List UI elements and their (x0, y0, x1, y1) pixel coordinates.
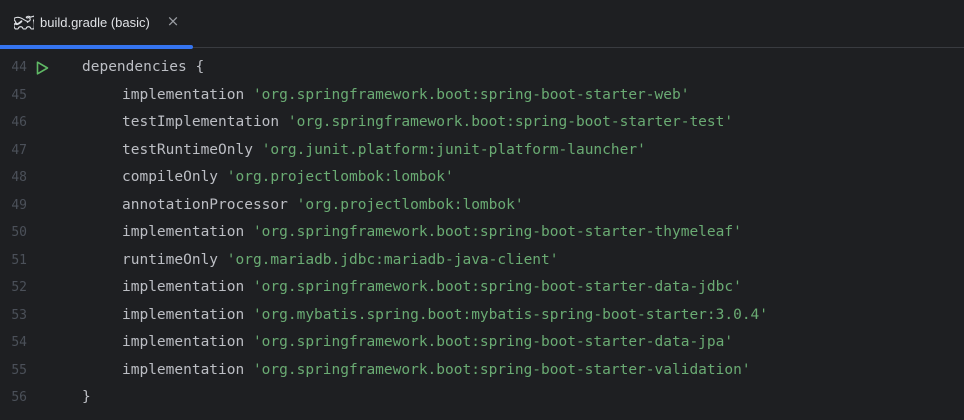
code-identifier: compileOnly (122, 169, 227, 185)
line-number: 53 (11, 307, 27, 323)
line-number: 50 (11, 225, 27, 240)
code-identifier: implementation (122, 86, 253, 103)
code-identifier: implementation (122, 279, 253, 295)
code-line[interactable]: runtimeOnly 'org.mariadb.jdbc:mariadb-ja… (82, 247, 559, 275)
line-number: 52 (11, 280, 27, 295)
code-string: 'org.projectlombok:lombok' (226, 169, 454, 185)
code-line[interactable]: dependencies { (82, 54, 204, 82)
line-number: 46 (11, 115, 27, 130)
code-identifier: implementation (122, 361, 253, 378)
code-string: 'org.springframework.boot:spring-boot-st… (252, 279, 742, 295)
code-line[interactable]: implementation 'org.springframework.boot… (82, 274, 742, 302)
code-string: 'org.springframework.boot:spring-boot-st… (252, 224, 742, 240)
code-string: 'org.springframework.boot:spring-boot-st… (252, 86, 690, 103)
code-line[interactable]: testRuntimeOnly 'org.junit.platform:juni… (82, 137, 646, 165)
line-number: 44 (11, 60, 27, 75)
code-identifier: testRuntimeOnly (122, 141, 262, 158)
code-line[interactable]: implementation 'org.mybatis.spring.boot:… (82, 302, 768, 330)
line-number: 45 (11, 87, 27, 103)
code-editor[interactable]: 44 45 46 47 48 49 50 51 52 53 54 55 56 dependencies … (0, 49, 964, 420)
line-number-gutter: 44 45 46 47 48 49 50 51 52 53 54 55 56 (0, 49, 64, 420)
code-identifier: implementation (122, 306, 253, 323)
code-brace: } (82, 389, 91, 405)
line-number: 47 (11, 142, 27, 158)
code-line[interactable]: implementation 'org.springframework.boot… (82, 82, 689, 110)
code-string: 'org.projectlombok:lombok' (296, 196, 524, 213)
line-number: 49 (11, 197, 27, 213)
gradle-elephant-icon (14, 15, 34, 30)
code-line[interactable]: implementation 'org.springframework.boot… (82, 329, 733, 357)
code-line[interactable]: } (82, 384, 91, 412)
close-icon[interactable]: × (166, 12, 180, 30)
code-identifier: annotationProcessor (122, 196, 297, 213)
code-line[interactable]: annotationProcessor 'org.projectlombok:l… (82, 192, 524, 220)
tab-label: build.gradle (basic) (40, 15, 150, 30)
code-string: 'org.springframework.boot:spring-boot-st… (252, 361, 751, 378)
code-string: 'org.mybatis.spring.boot:mybatis-spring-… (252, 306, 769, 323)
code-brace: { (186, 59, 205, 75)
code-string: 'org.junit.platform:junit-platform-launc… (261, 141, 646, 158)
code-identifier: testImplementation (122, 114, 288, 130)
run-gutter-icon[interactable] (34, 60, 50, 76)
code-string: 'org.springframework.boot:spring-boot-st… (252, 334, 734, 350)
line-number: 48 (11, 170, 27, 185)
code-line[interactable]: compileOnly 'org.projectlombok:lombok' (82, 164, 454, 192)
code-string: 'org.springframework.boot:spring-boot-st… (287, 114, 734, 130)
tab-build-gradle[interactable]: build.gradle (basic) × (0, 0, 193, 49)
code-line[interactable]: implementation 'org.springframework.boot… (82, 219, 742, 247)
code-identifier: runtimeOnly (122, 251, 227, 268)
code-identifier: implementation (122, 334, 253, 350)
line-number: 56 (11, 390, 27, 405)
code-identifier: dependencies (82, 59, 187, 75)
line-number: 54 (11, 335, 27, 350)
line-number: 55 (11, 362, 27, 378)
code-string: 'org.mariadb.jdbc:mariadb-java-client' (226, 251, 559, 268)
code-line[interactable]: testImplementation 'org.springframework.… (82, 109, 733, 137)
code-line[interactable]: implementation 'org.springframework.boot… (82, 357, 751, 385)
code-identifier: implementation (122, 224, 253, 240)
line-number: 51 (11, 252, 27, 268)
editor-tab-bar: build.gradle (basic) × (0, 0, 964, 49)
